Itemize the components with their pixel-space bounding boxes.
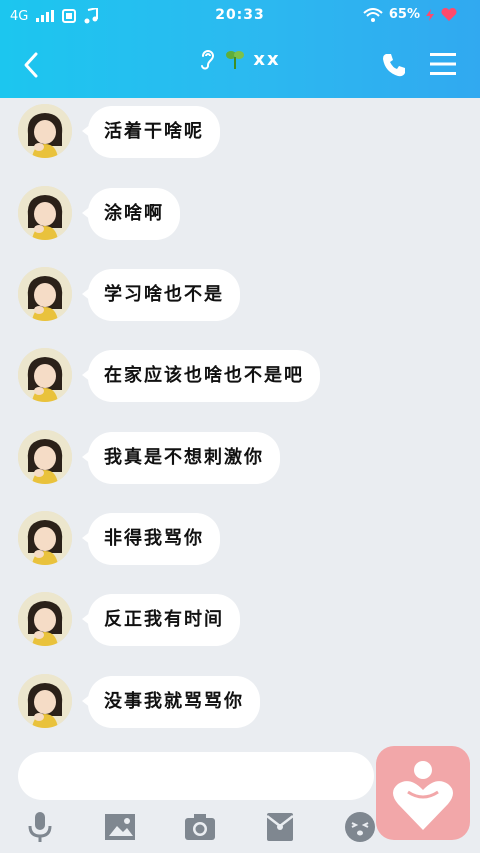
- chat-title-text: xx: [253, 48, 281, 70]
- charging-icon: [426, 8, 434, 21]
- avatar[interactable]: [18, 430, 72, 484]
- ear-icon: [201, 50, 215, 70]
- phone-call-icon[interactable]: [381, 52, 407, 78]
- floating-heart-button[interactable]: [376, 746, 470, 840]
- battery-percent: 65%: [388, 7, 420, 22]
- red-packet-icon[interactable]: [263, 810, 297, 844]
- message-list[interactable]: 活着干啥呢 涂啥啊 学习啥也不是 在家应该也啥也不是吧 我真是不想刺激你 非得我…: [0, 98, 480, 740]
- message-bubble[interactable]: 在家应该也啥也不是吧: [82, 350, 320, 402]
- avatar[interactable]: [18, 186, 72, 240]
- avatar[interactable]: [18, 348, 72, 402]
- message-input[interactable]: [18, 752, 374, 800]
- avatar[interactable]: [18, 104, 72, 158]
- battery-heart-icon: [441, 7, 457, 21]
- top-bar: 4G 20:33 65% xx: [0, 0, 480, 98]
- message-row: 反正我有时间: [0, 590, 480, 650]
- nav-row: xx: [0, 34, 480, 94]
- message-bubble[interactable]: 反正我有时间: [82, 594, 240, 646]
- leaf-icon: [226, 51, 245, 69]
- message-row: 我真是不想刺激你: [0, 428, 480, 488]
- avatar[interactable]: [18, 592, 72, 646]
- message-bubble[interactable]: 活着干啥呢: [82, 106, 220, 158]
- heart-person-icon: [393, 761, 453, 830]
- camera-icon[interactable]: [183, 810, 217, 844]
- message-row: 涂啥啊: [0, 184, 480, 244]
- message-bubble[interactable]: 没事我就骂骂你: [82, 676, 260, 728]
- microphone-icon[interactable]: [23, 810, 57, 844]
- status-bar: 4G 20:33 65%: [0, 0, 480, 32]
- menu-icon[interactable]: [430, 52, 456, 76]
- message-bubble[interactable]: 学习啥也不是: [82, 269, 240, 321]
- message-row: 非得我骂你: [0, 509, 480, 569]
- message-bubble[interactable]: 非得我骂你: [82, 513, 220, 565]
- message-row: 学习啥也不是: [0, 265, 480, 325]
- image-icon[interactable]: [103, 810, 137, 844]
- avatar[interactable]: [18, 674, 72, 728]
- message-bubble[interactable]: 涂啥啊: [82, 188, 180, 240]
- avatar[interactable]: [18, 511, 72, 565]
- chat-title: xx: [0, 48, 480, 75]
- avatar[interactable]: [18, 267, 72, 321]
- message-bubble[interactable]: 我真是不想刺激你: [82, 432, 280, 484]
- message-row: 没事我就骂骂你: [0, 672, 480, 732]
- emoji-icon[interactable]: [343, 810, 377, 844]
- message-row: 活着干啥呢: [0, 102, 480, 162]
- message-row: 在家应该也啥也不是吧: [0, 346, 480, 406]
- wifi-icon: [363, 7, 383, 22]
